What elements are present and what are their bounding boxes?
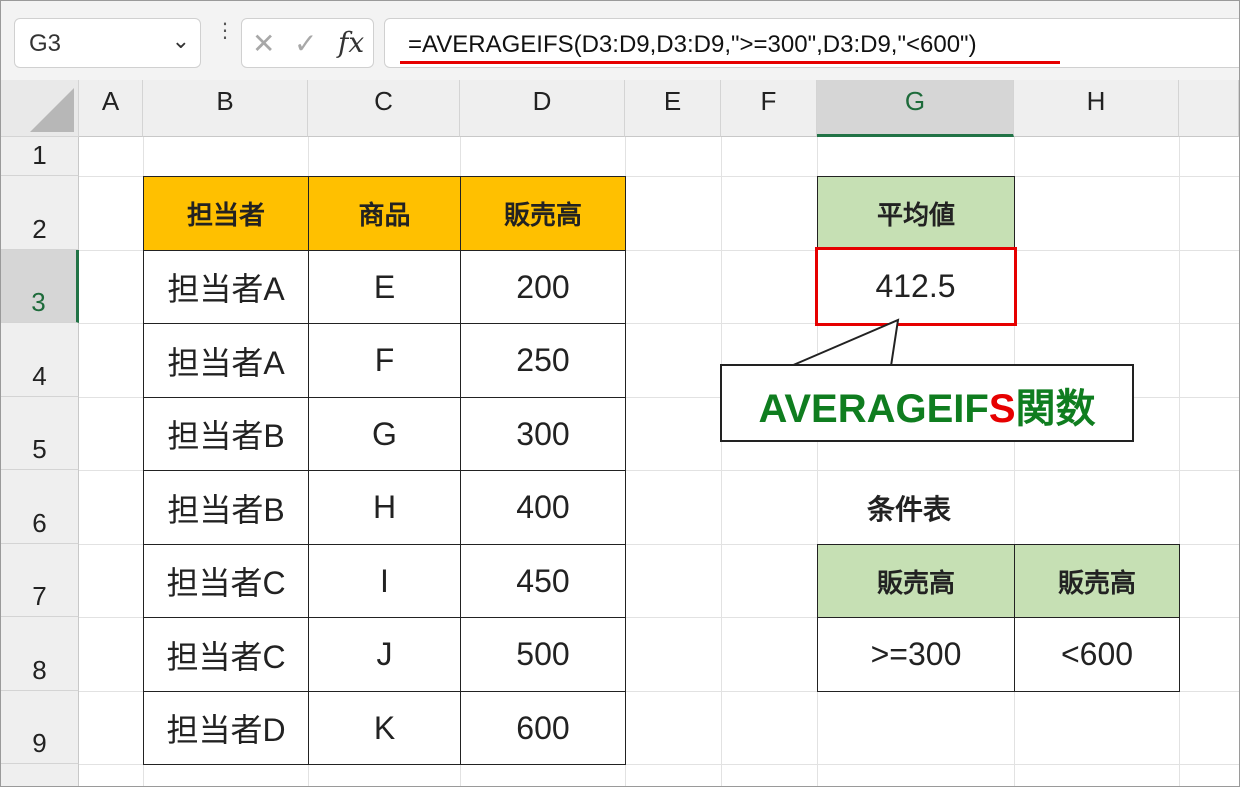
row-number: 3: [31, 287, 46, 317]
column-header-i[interactable]: [1179, 80, 1239, 137]
column-header-c[interactable]: C: [308, 80, 460, 137]
table-cell[interactable]: 400: [460, 470, 626, 545]
criteria-value-2[interactable]: <600: [1014, 617, 1180, 692]
table-cell[interactable]: 300: [460, 397, 626, 471]
row-header-8[interactable]: 8: [1, 617, 79, 691]
row-header-2[interactable]: 2: [1, 176, 79, 250]
table-cell[interactable]: 担当者B: [143, 397, 309, 471]
row-number: 6: [32, 508, 47, 538]
table-cell[interactable]: 450: [460, 544, 626, 618]
row-number: 7: [32, 581, 47, 611]
callout-pointer: [790, 318, 900, 367]
row-header-5[interactable]: 5: [1, 397, 79, 470]
column-header-g[interactable]: G: [817, 80, 1014, 137]
column-header-d[interactable]: D: [460, 80, 625, 137]
column-header-b[interactable]: B: [143, 80, 308, 137]
column-header-f[interactable]: F: [721, 80, 817, 137]
table-cell[interactable]: 250: [460, 323, 626, 398]
name-box-value: G3: [29, 30, 62, 57]
criteria-header-2[interactable]: 販売高: [1014, 544, 1180, 618]
table-cell[interactable]: 600: [460, 691, 626, 765]
sheet-grid: A B C D E F G H 1 2 3 4 5 6 7 8 9 担当者 商品…: [1, 80, 1239, 786]
table-cell[interactable]: 担当者A: [143, 250, 309, 324]
table-cell[interactable]: J: [308, 617, 461, 692]
checkmark-icon[interactable]: ✓: [294, 27, 317, 60]
table-cell[interactable]: 担当者D: [143, 691, 309, 765]
column-header-a[interactable]: A: [79, 80, 143, 137]
formula-highlight-underline: [400, 61, 1060, 64]
name-box[interactable]: G3 ⌄: [14, 18, 201, 68]
column-header-h[interactable]: H: [1014, 80, 1179, 137]
row-header-9[interactable]: 9: [1, 691, 79, 764]
row-number: 8: [32, 655, 47, 685]
callout-label: AVERAGEIFS関数: [758, 387, 1096, 431]
average-header[interactable]: 平均値: [817, 176, 1015, 251]
row-header-7[interactable]: 7: [1, 544, 79, 617]
table-cell[interactable]: 担当者B: [143, 470, 309, 545]
row-number: 9: [32, 728, 47, 758]
row-header-4[interactable]: 4: [1, 323, 79, 397]
insert-function-button[interactable]: fx: [338, 26, 364, 59]
table-cell[interactable]: F: [308, 323, 461, 398]
formula-buttons: ✕ ✓ fx: [241, 18, 374, 68]
row-header-3[interactable]: 3: [1, 250, 79, 323]
table-cell[interactable]: 500: [460, 617, 626, 692]
criteria-value-1[interactable]: >=300: [817, 617, 1015, 692]
function-callout: AVERAGEIFS関数: [720, 364, 1134, 442]
chevron-down-icon[interactable]: ⌄: [172, 29, 190, 54]
table-header-person[interactable]: 担当者: [143, 176, 309, 251]
table-cell[interactable]: K: [308, 691, 461, 765]
table-header-sales[interactable]: 販売高: [460, 176, 626, 251]
row-header-10[interactable]: [1, 764, 79, 786]
criteria-title: 条件表: [867, 493, 952, 526]
table-cell[interactable]: 担当者C: [143, 544, 309, 618]
vertical-dots-icon[interactable]: ⋮: [215, 20, 235, 40]
row-number: 5: [32, 434, 47, 464]
criteria-header-1[interactable]: 販売高: [817, 544, 1015, 618]
select-all-corner[interactable]: [1, 80, 79, 137]
table-cell[interactable]: 担当者C: [143, 617, 309, 692]
table-cell[interactable]: E: [308, 250, 461, 324]
spreadsheet-window: G3 ⌄ ⋮ ✕ ✓ fx =AVERAGEIFS(D3:D9,D3:D9,">…: [0, 0, 1240, 787]
row-number: 4: [32, 361, 47, 391]
table-cell[interactable]: G: [308, 397, 461, 471]
close-icon[interactable]: ✕: [252, 27, 275, 60]
table-header-product[interactable]: 商品: [308, 176, 461, 251]
column-header-e[interactable]: E: [625, 80, 721, 137]
row-header-1[interactable]: 1: [1, 137, 79, 176]
table-cell[interactable]: H: [308, 470, 461, 545]
table-cell[interactable]: 200: [460, 250, 626, 324]
table-cell[interactable]: 担当者A: [143, 323, 309, 398]
table-cell[interactable]: I: [308, 544, 461, 618]
row-number: 2: [32, 214, 47, 244]
formula-bar-area: G3 ⌄ ⋮ ✕ ✓ fx =AVERAGEIFS(D3:D9,D3:D9,">…: [1, 1, 1239, 80]
row-number: 1: [32, 140, 47, 170]
row-header-6[interactable]: 6: [1, 470, 79, 544]
formula-text: =AVERAGEIFS(D3:D9,D3:D9,">=300",D3:D9,"<…: [408, 31, 977, 58]
